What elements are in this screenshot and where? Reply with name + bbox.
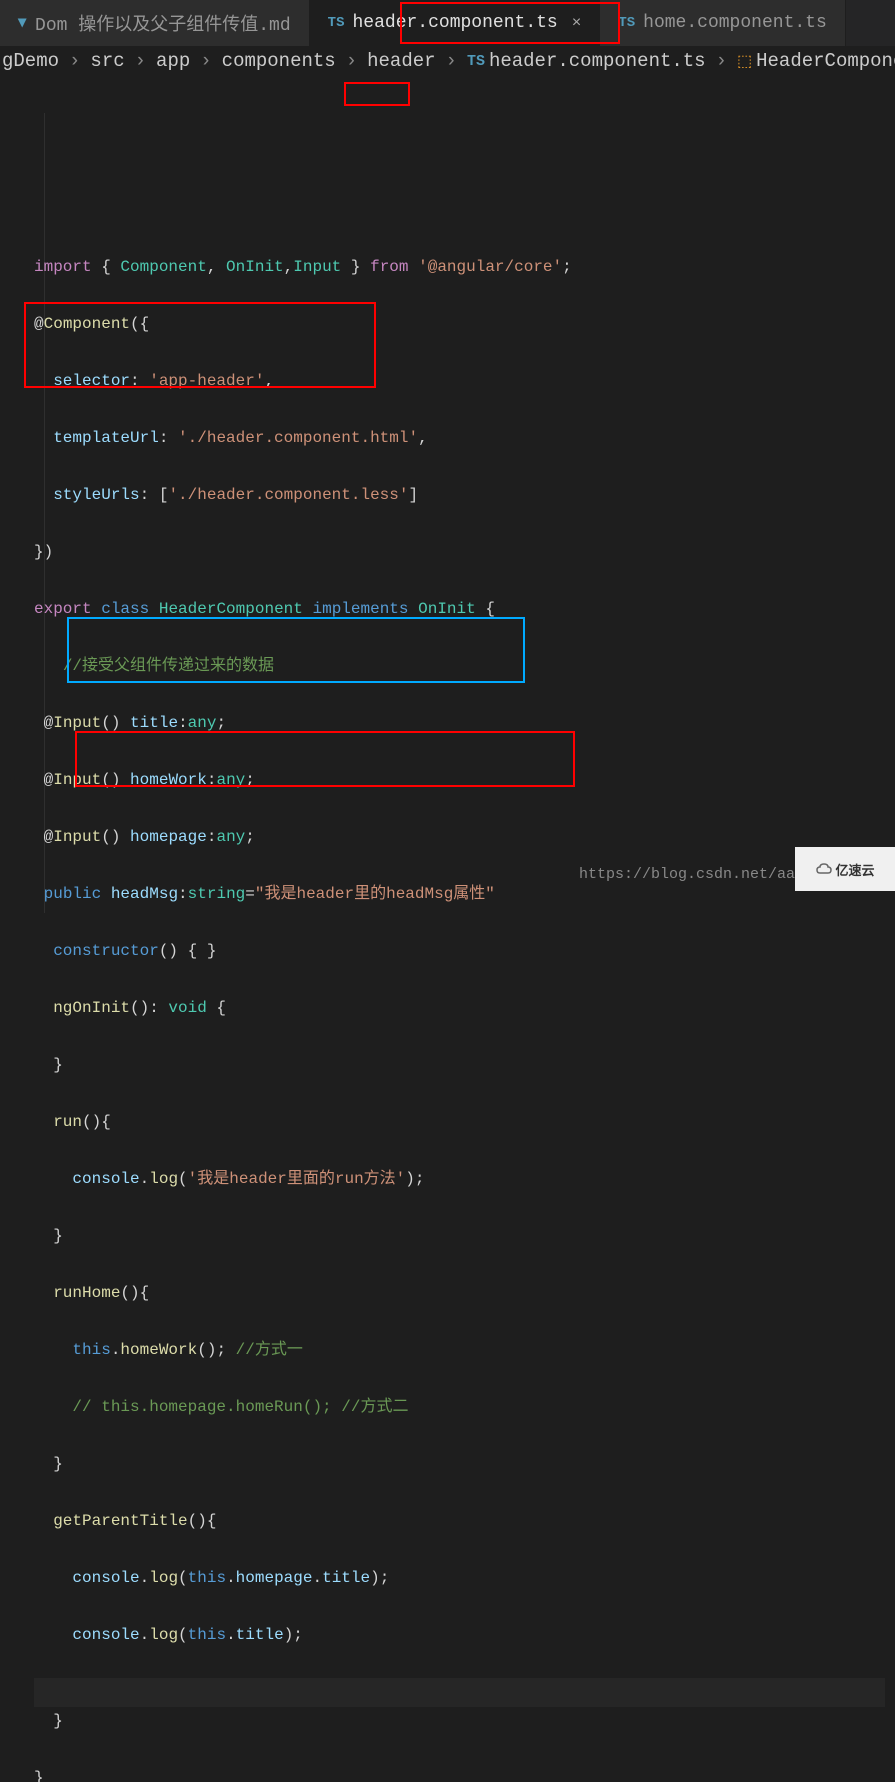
- code-line[interactable]: console.log('我是header里面的run方法');: [34, 1165, 885, 1194]
- code-line[interactable]: console.log(this.homepage.title);: [34, 1564, 885, 1593]
- tab-label: home.component.ts: [643, 13, 827, 33]
- code-line[interactable]: }: [34, 1764, 885, 1782]
- code-line[interactable]: getParentTitle(){: [34, 1507, 885, 1536]
- code-line[interactable]: }: [34, 1707, 885, 1736]
- cloud-icon: [815, 862, 835, 876]
- code-line[interactable]: public headMsg:string="我是header里的headMsg…: [34, 880, 885, 909]
- code-line[interactable]: ngOnInit(): void {: [34, 994, 885, 1023]
- code-line[interactable]: templateUrl: './header.component.html',: [34, 424, 885, 453]
- class-icon: ⬚: [737, 51, 752, 71]
- code-line[interactable]: run(){: [34, 1108, 885, 1137]
- breadcrumb-part[interactable]: gDemo: [2, 50, 59, 72]
- breadcrumb-class[interactable]: HeaderComponent: [756, 50, 895, 72]
- breadcrumb-part[interactable]: components: [222, 50, 336, 72]
- code-line[interactable]: @Input() title:any;: [34, 709, 885, 738]
- chevron-right-icon: ›: [346, 50, 357, 72]
- code-line-cursor[interactable]: [34, 1678, 885, 1707]
- code-line[interactable]: }: [34, 1222, 885, 1251]
- code-line[interactable]: }): [34, 538, 885, 567]
- breadcrumb-file[interactable]: header.component.ts: [489, 50, 706, 72]
- typescript-icon: TS: [618, 15, 635, 31]
- breadcrumb-part[interactable]: app: [156, 50, 190, 72]
- tab-label: header.component.ts: [352, 13, 557, 33]
- code-line[interactable]: @Input() homeWork:any;: [34, 766, 885, 795]
- tab-home-component[interactable]: TS home.component.ts: [600, 0, 845, 46]
- tab-header-component[interactable]: TS header.component.ts ×: [310, 0, 601, 46]
- code-line[interactable]: }: [34, 1051, 885, 1080]
- chevron-right-icon: ›: [200, 50, 211, 72]
- code-line[interactable]: styleUrls: ['./header.component.less']: [34, 481, 885, 510]
- code-line[interactable]: @Input() homepage:any;: [34, 823, 885, 852]
- watermark-url: https://blog.csdn.net/aa: [579, 866, 795, 883]
- watermark-text: 亿速云: [835, 860, 874, 879]
- typescript-icon: TS: [328, 15, 345, 31]
- chevron-right-icon: ›: [69, 50, 80, 72]
- indent-guide: [44, 113, 45, 913]
- chevron-right-icon: ›: [135, 50, 146, 72]
- annotation-box-input: [344, 82, 410, 106]
- tab-label: Dom 操作以及父子组件传值.md: [35, 10, 291, 36]
- code-line[interactable]: constructor() { }: [34, 937, 885, 966]
- code-line[interactable]: selector: 'app-header',: [34, 367, 885, 396]
- chevron-right-icon: ›: [446, 50, 457, 72]
- code-line[interactable]: runHome(){: [34, 1279, 885, 1308]
- breadcrumb-part[interactable]: header: [367, 50, 435, 72]
- code-line[interactable]: this.homeWork(); //方式一: [34, 1336, 885, 1365]
- breadcrumb[interactable]: gDemo› src› app› components› header› TS …: [0, 46, 895, 76]
- close-icon[interactable]: ×: [572, 14, 582, 32]
- chevron-right-icon: ›: [716, 50, 727, 72]
- editor-tabs: ▸ Dom 操作以及父子组件传值.md TS header.component.…: [0, 0, 895, 46]
- code-line[interactable]: //接受父组件传递过来的数据: [34, 652, 885, 681]
- code-line[interactable]: }: [34, 1450, 885, 1479]
- watermark-logo: 亿速云: [795, 847, 895, 891]
- code-line[interactable]: console.log(this.title);: [34, 1621, 885, 1650]
- code-editor[interactable]: import { Component, OnInit,Input } from …: [0, 76, 895, 1782]
- code-line[interactable]: import { Component, OnInit,Input } from …: [34, 253, 885, 282]
- typescript-icon: TS: [467, 53, 485, 70]
- tab-dom-md[interactable]: ▸ Dom 操作以及父子组件传值.md: [0, 0, 310, 46]
- code-line[interactable]: // this.homepage.homeRun(); //方式二: [34, 1393, 885, 1422]
- code-line[interactable]: @Component({: [34, 310, 885, 339]
- breadcrumb-part[interactable]: src: [90, 50, 124, 72]
- code-line[interactable]: export class HeaderComponent implements …: [34, 595, 885, 624]
- markdown-icon: ▸: [12, 18, 34, 27]
